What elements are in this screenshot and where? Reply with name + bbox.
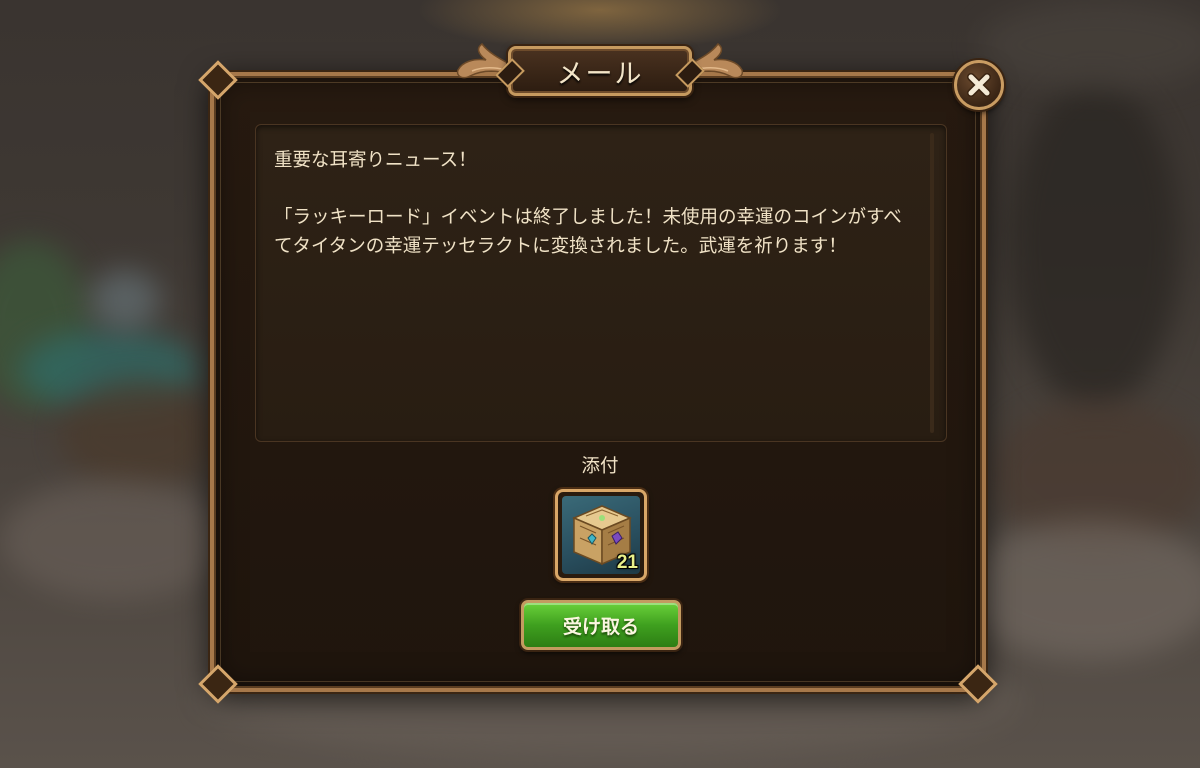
attachment-label: 添付 [581, 456, 619, 477]
claim-button-label: 受け取る [562, 615, 639, 638]
message-body: 重要な耳寄りニュース！ 「ラッキーロード」イベントは終了しました！未使用の幸運の… [274, 150, 902, 257]
attachment-item-slot[interactable]: 21 [555, 489, 647, 581]
item-count: 21 [616, 552, 638, 573]
background-shape [60, 380, 220, 490]
close-button[interactable] [954, 60, 1004, 110]
dialog-title: メール [556, 58, 644, 90]
close-icon [967, 73, 991, 97]
claim-button[interactable]: 受け取る [521, 600, 681, 650]
background-shape [1010, 80, 1180, 410]
background-shape [0, 480, 230, 600]
background-shape [960, 520, 1200, 660]
background-shape [90, 270, 160, 330]
background-shape [980, 0, 1200, 90]
message-panel[interactable]: 重要な耳寄りニュース！ 「ラッキーロード」イベントは終了しました！未使用の幸運の… [255, 124, 947, 442]
title-plate: メール [495, 46, 705, 96]
message-scrollbar[interactable] [930, 133, 934, 433]
dialog-header: メール [452, 38, 748, 108]
